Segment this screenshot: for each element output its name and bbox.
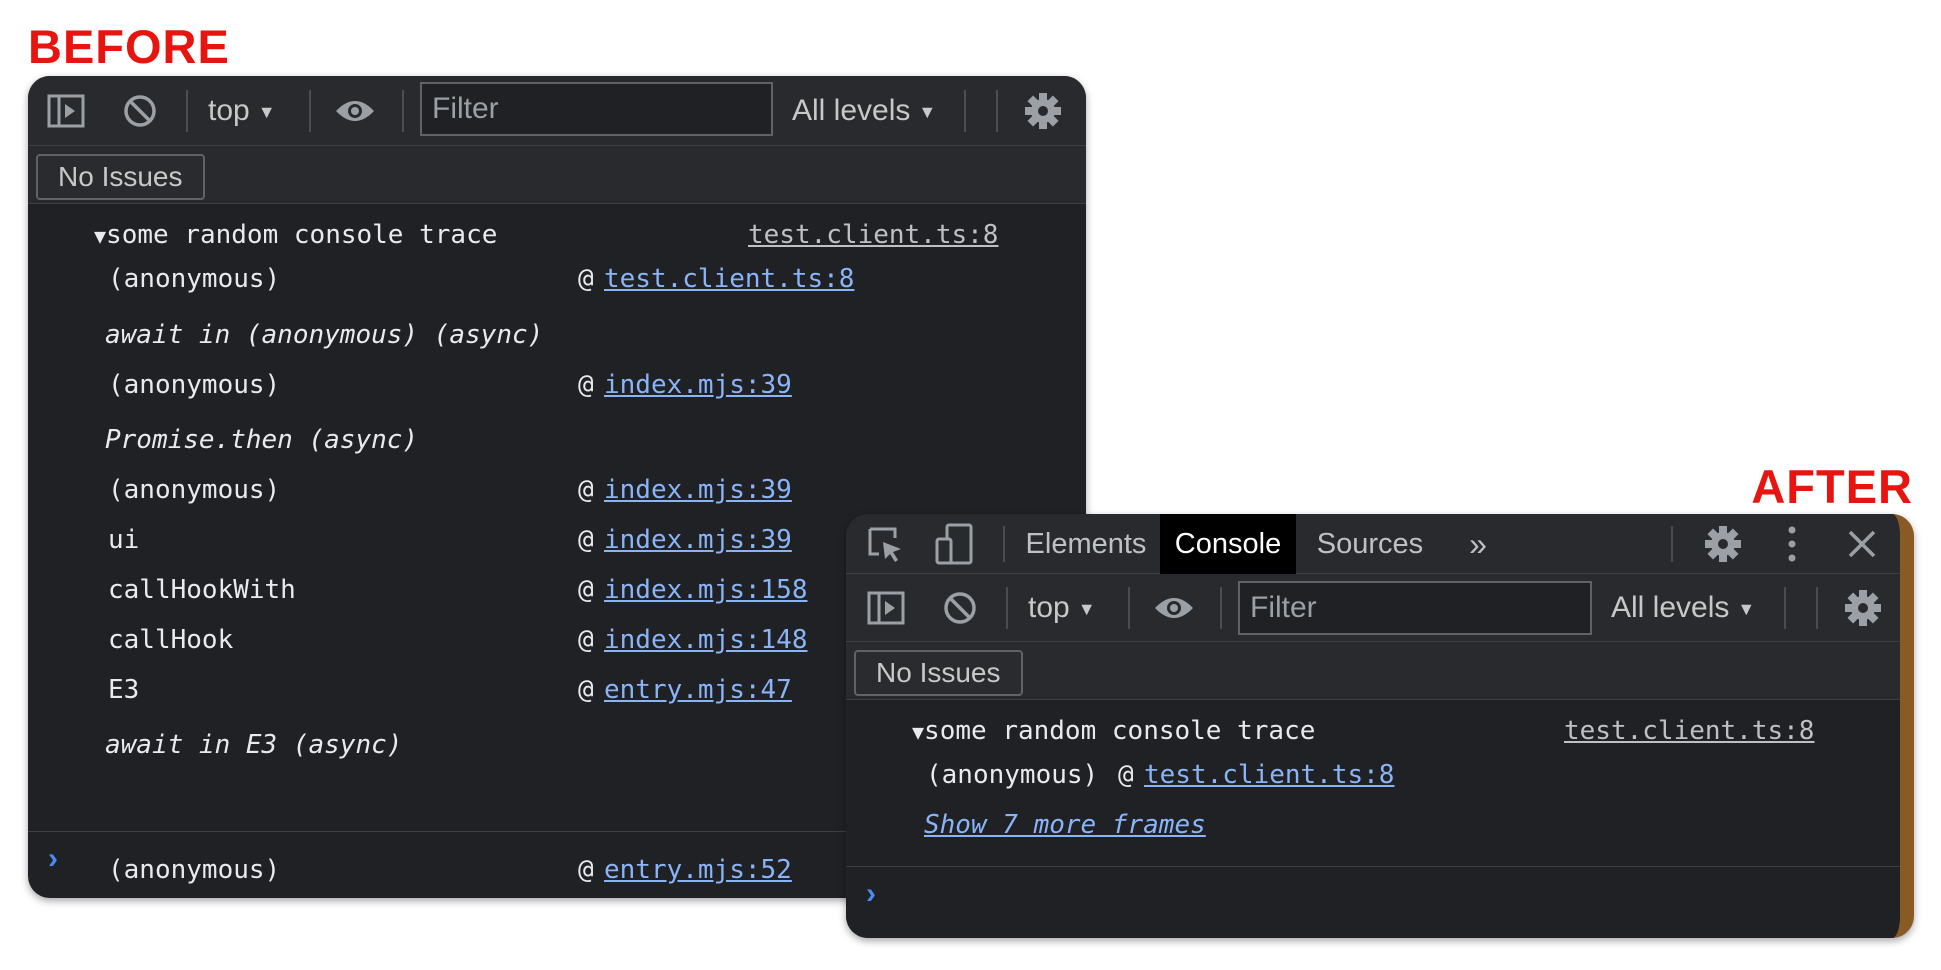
log-levels-label: All levels — [792, 94, 911, 127]
frame-link[interactable]: index.mjs:158 — [604, 577, 808, 603]
filter-input[interactable] — [420, 82, 773, 136]
inspect-element-icon[interactable] — [866, 526, 906, 564]
toolbar-separator — [996, 90, 998, 132]
frame-at: @ — [578, 575, 594, 605]
caret-down-icon: ▼ — [912, 720, 925, 744]
toolbar-separator — [186, 90, 188, 132]
trace-header[interactable]: ▼some random console trace — [94, 222, 497, 248]
caret-down-icon: ▼ — [94, 224, 107, 248]
frame-at: @ — [578, 525, 594, 555]
context-selector-label: top — [1028, 591, 1070, 624]
trace-title: some random console trace — [106, 220, 498, 250]
clear-console-icon[interactable] — [120, 92, 160, 130]
toolbar-separator — [964, 90, 966, 132]
close-icon[interactable] — [1844, 526, 1880, 562]
console-messages: ▼some random console trace test.client.t… — [846, 701, 1900, 861]
frame-function: callHookWith — [108, 575, 296, 605]
after-label: AFTER — [1751, 460, 1913, 513]
no-issues-button[interactable]: No Issues — [36, 154, 205, 200]
show-more-frames-link[interactable]: Show 7 more frames — [924, 812, 1206, 838]
frame-function: (anonymous) — [926, 760, 1099, 790]
tab-elements[interactable]: Elements — [1018, 514, 1154, 574]
trace-title: some random console trace — [924, 716, 1316, 746]
trace-header[interactable]: ▼some random console trace — [912, 718, 1315, 744]
devtools-tab-bar: Elements Console Sources » — [846, 514, 1900, 574]
frame-function: (anonymous) — [108, 264, 281, 294]
toolbar-separator — [402, 90, 404, 132]
sidebar-toggle-icon[interactable] — [866, 589, 906, 627]
frame-at: @ — [578, 475, 594, 505]
live-expression-icon[interactable] — [1152, 590, 1196, 626]
no-issues-button[interactable]: No Issues — [854, 650, 1023, 696]
frame-function: ui — [108, 525, 140, 555]
chevron-down-icon: ▼ — [257, 102, 276, 123]
frame-function: E3 — [108, 675, 140, 705]
context-selector[interactable]: top ▼ — [208, 96, 276, 126]
frame-function: (anonymous) — [108, 370, 281, 400]
context-selector-label: top — [208, 94, 250, 127]
after-devtools-panel: Elements Console Sources » top ▼ All leve… — [846, 514, 1914, 938]
frame-link[interactable]: index.mjs:39 — [604, 527, 792, 553]
async-frame: await in (anonymous) (async) — [105, 320, 544, 350]
tab-console[interactable]: Console — [1160, 514, 1296, 574]
context-selector[interactable]: top ▼ — [1028, 593, 1096, 623]
frame-link[interactable]: test.client.ts:8 — [604, 266, 854, 292]
frame-link[interactable]: entry.mjs:47 — [604, 677, 792, 703]
frame-at: @ — [578, 625, 594, 655]
console-prompt-bar[interactable]: › — [846, 866, 1900, 938]
toolbar-separator — [1003, 526, 1005, 562]
frame-link[interactable]: index.mjs:148 — [604, 627, 808, 653]
gear-icon[interactable] — [1022, 90, 1064, 132]
more-tabs-icon[interactable]: » — [1458, 514, 1498, 574]
chevron-down-icon: ▼ — [1077, 599, 1096, 620]
prompt-chevron-icon: › — [866, 877, 876, 910]
gear-icon[interactable] — [1842, 587, 1884, 629]
frame-at: @ — [578, 675, 594, 705]
before-label: BEFORE — [28, 20, 230, 73]
toolbar-separator — [1006, 587, 1008, 629]
toolbar-separator — [309, 90, 311, 132]
frame-link[interactable]: test.client.ts:8 — [1144, 762, 1394, 788]
chevron-down-icon: ▼ — [1737, 599, 1756, 620]
issues-bar: No Issues — [846, 642, 1900, 700]
device-toolbar-icon[interactable] — [934, 523, 974, 565]
toolbar-separator — [1784, 587, 1786, 629]
async-frame: await in E3 (async) — [105, 730, 403, 760]
log-levels-label: All levels — [1611, 591, 1730, 624]
toolbar-separator — [1220, 587, 1222, 629]
console-toolbar: top ▼ All levels ▼ — [28, 76, 1086, 146]
trace-source-link[interactable]: test.client.ts:8 — [748, 222, 998, 248]
console-toolbar: top ▼ All levels ▼ — [846, 574, 1900, 642]
frame-at: @ — [578, 370, 594, 400]
frame-function: callHook — [108, 625, 234, 655]
issues-bar: No Issues — [28, 146, 1086, 204]
toolbar-separator — [1816, 587, 1818, 629]
trace-source-link[interactable]: test.client.ts:8 — [1564, 718, 1814, 744]
kebab-menu-icon[interactable] — [1782, 524, 1802, 564]
log-levels-dropdown[interactable]: All levels ▼ — [1611, 593, 1755, 623]
tab-sources[interactable]: Sources — [1302, 514, 1438, 574]
async-frame: Promise.then (async) — [105, 425, 419, 455]
gear-icon[interactable] — [1702, 523, 1744, 565]
sidebar-toggle-icon[interactable] — [46, 92, 86, 130]
frame-at: @ — [1118, 760, 1134, 790]
frame-function: (anonymous) — [108, 475, 281, 505]
frame-link[interactable]: index.mjs:39 — [604, 477, 792, 503]
toolbar-separator — [1128, 587, 1130, 629]
frame-at: @ — [578, 264, 594, 294]
log-levels-dropdown[interactable]: All levels ▼ — [792, 96, 936, 126]
frame-link[interactable]: index.mjs:39 — [604, 372, 792, 398]
clear-console-icon[interactable] — [940, 589, 980, 627]
live-expression-icon[interactable] — [333, 93, 377, 129]
filter-input[interactable] — [1238, 581, 1592, 635]
chevron-down-icon: ▼ — [918, 102, 937, 123]
toolbar-separator — [1671, 526, 1673, 562]
prompt-chevron-icon: › — [48, 842, 58, 875]
